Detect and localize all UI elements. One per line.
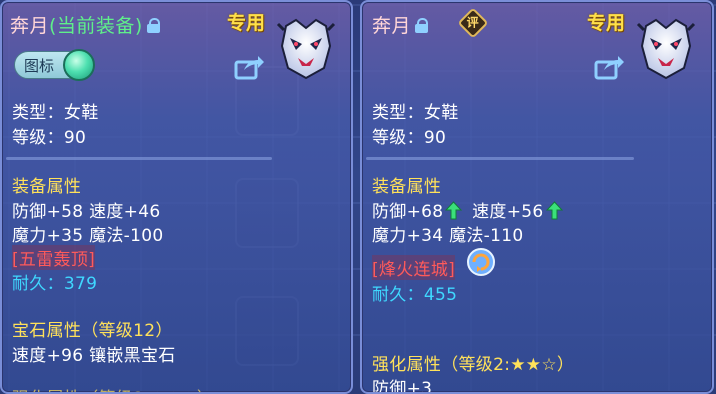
divider [366, 157, 634, 160]
rating-badge-label: 评 [466, 15, 479, 30]
gem-line: 速度+96 镶嵌黑宝石 [12, 346, 176, 366]
section-equip-attributes: 装备属性 [12, 177, 82, 197]
item-title: 奔月 [372, 11, 429, 38]
section-gem-attributes: 宝石属性（等级12） [12, 321, 173, 341]
item-name: 奔月 [10, 15, 50, 37]
enhance-line: 防御+3 [372, 379, 433, 394]
section-enhance-attributes: 强化属性（等级2:★★☆） [372, 355, 575, 375]
durability: 耐久：379 [12, 274, 98, 294]
up-arrow-icon [545, 201, 563, 220]
special-skill: [烽火连城] [372, 255, 456, 280]
item-level: 等级：90 [372, 128, 447, 148]
lock-icon [146, 18, 160, 33]
item-name: 奔月 [372, 15, 412, 37]
stat-speed: 速度+56 [472, 202, 544, 222]
stat-line: 魔力+34 魔法-110 [372, 226, 524, 246]
tooltip-current-equipment: 奔月(当前装备) 专用 图标 类型：女鞋 等级：90 装备属性 防御+58 速度… [0, 0, 353, 394]
item-type: 类型：女鞋 [372, 103, 459, 123]
icon-toggle[interactable]: 图标 [14, 49, 95, 81]
share-icon[interactable] [234, 54, 264, 80]
toggle-label: 图标 [24, 57, 55, 75]
divider [6, 157, 272, 160]
swap-swirl-icon[interactable] [466, 247, 496, 277]
equipped-status: (当前装备) [49, 15, 143, 37]
mask-portrait-icon [636, 18, 696, 80]
up-arrow-icon [445, 201, 463, 220]
item-level: 等级：90 [12, 128, 87, 148]
stat-line: 防御+68 速度+56 [372, 197, 563, 222]
stat-line: 魔力+35 魔法-100 [12, 226, 164, 246]
rating-badge[interactable]: 评 [457, 7, 489, 39]
section-equip-attributes: 装备属性 [372, 177, 442, 197]
toggle-knob[interactable] [63, 49, 95, 81]
exclusive-tag: 专用 [587, 12, 626, 34]
lock-icon [415, 18, 429, 33]
game-screen: 奔月(当前装备) 专用 图标 类型：女鞋 等级：90 装备属性 防御+58 速度… [0, 0, 716, 394]
mask-portrait-icon [276, 18, 336, 80]
durability: 耐久：455 [372, 285, 458, 305]
stat-line: 防御+58 速度+46 [12, 202, 161, 222]
stat-defense: 防御+68 [372, 202, 444, 222]
item-title: 奔月(当前装备) [10, 11, 160, 38]
tooltip-compare-equipment: 奔月 评 专用 类型：女鞋 等级：90 装备属性 防御+68 速度+56 魔力+… [360, 0, 714, 394]
special-skill: [五雷轰顶] [12, 245, 96, 270]
share-icon[interactable] [594, 54, 624, 80]
exclusive-tag: 专用 [227, 12, 266, 34]
section-enhance-attributes: 强化属性（等级2:★★☆） [12, 384, 214, 392]
item-type: 类型：女鞋 [12, 103, 99, 123]
